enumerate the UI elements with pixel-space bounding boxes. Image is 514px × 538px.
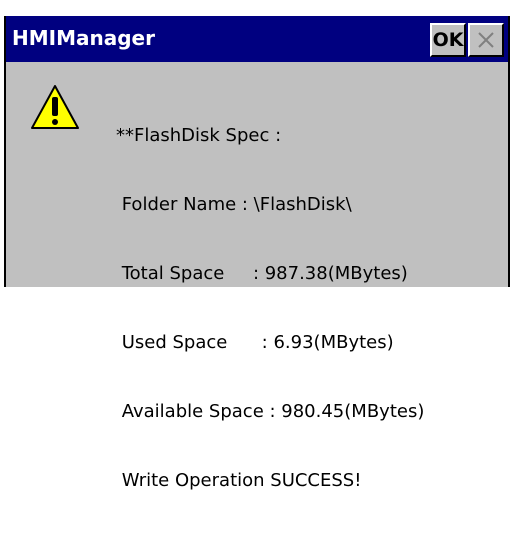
message-line: Folder Name : \FlashDisk\ — [116, 194, 352, 215]
message-text: **FlashDisk Spec : Folder Name : \FlashD… — [116, 78, 424, 538]
warning-icon — [31, 85, 79, 129]
message-line: Write Operation SUCCESS! — [116, 470, 362, 491]
message-line: Total Space : 987.38(MBytes) — [116, 263, 408, 284]
window-title: HMIManager — [12, 26, 155, 50]
message-line: **FlashDisk Spec : — [116, 125, 282, 146]
message-line: Used Space : 6.93(MBytes) — [116, 332, 394, 353]
message-line: Available Space : 980.45(MBytes) — [116, 401, 425, 422]
title-bar[interactable]: HMIManager OK — [6, 16, 508, 62]
close-button[interactable] — [468, 23, 504, 57]
dialog-content: **FlashDisk Spec : Folder Name : \FlashD… — [6, 62, 508, 491]
ok-button[interactable]: OK — [430, 23, 466, 57]
dialog-window: HMIManager OK **FlashDisk Spec : Folder … — [4, 16, 510, 491]
close-icon — [478, 32, 494, 48]
